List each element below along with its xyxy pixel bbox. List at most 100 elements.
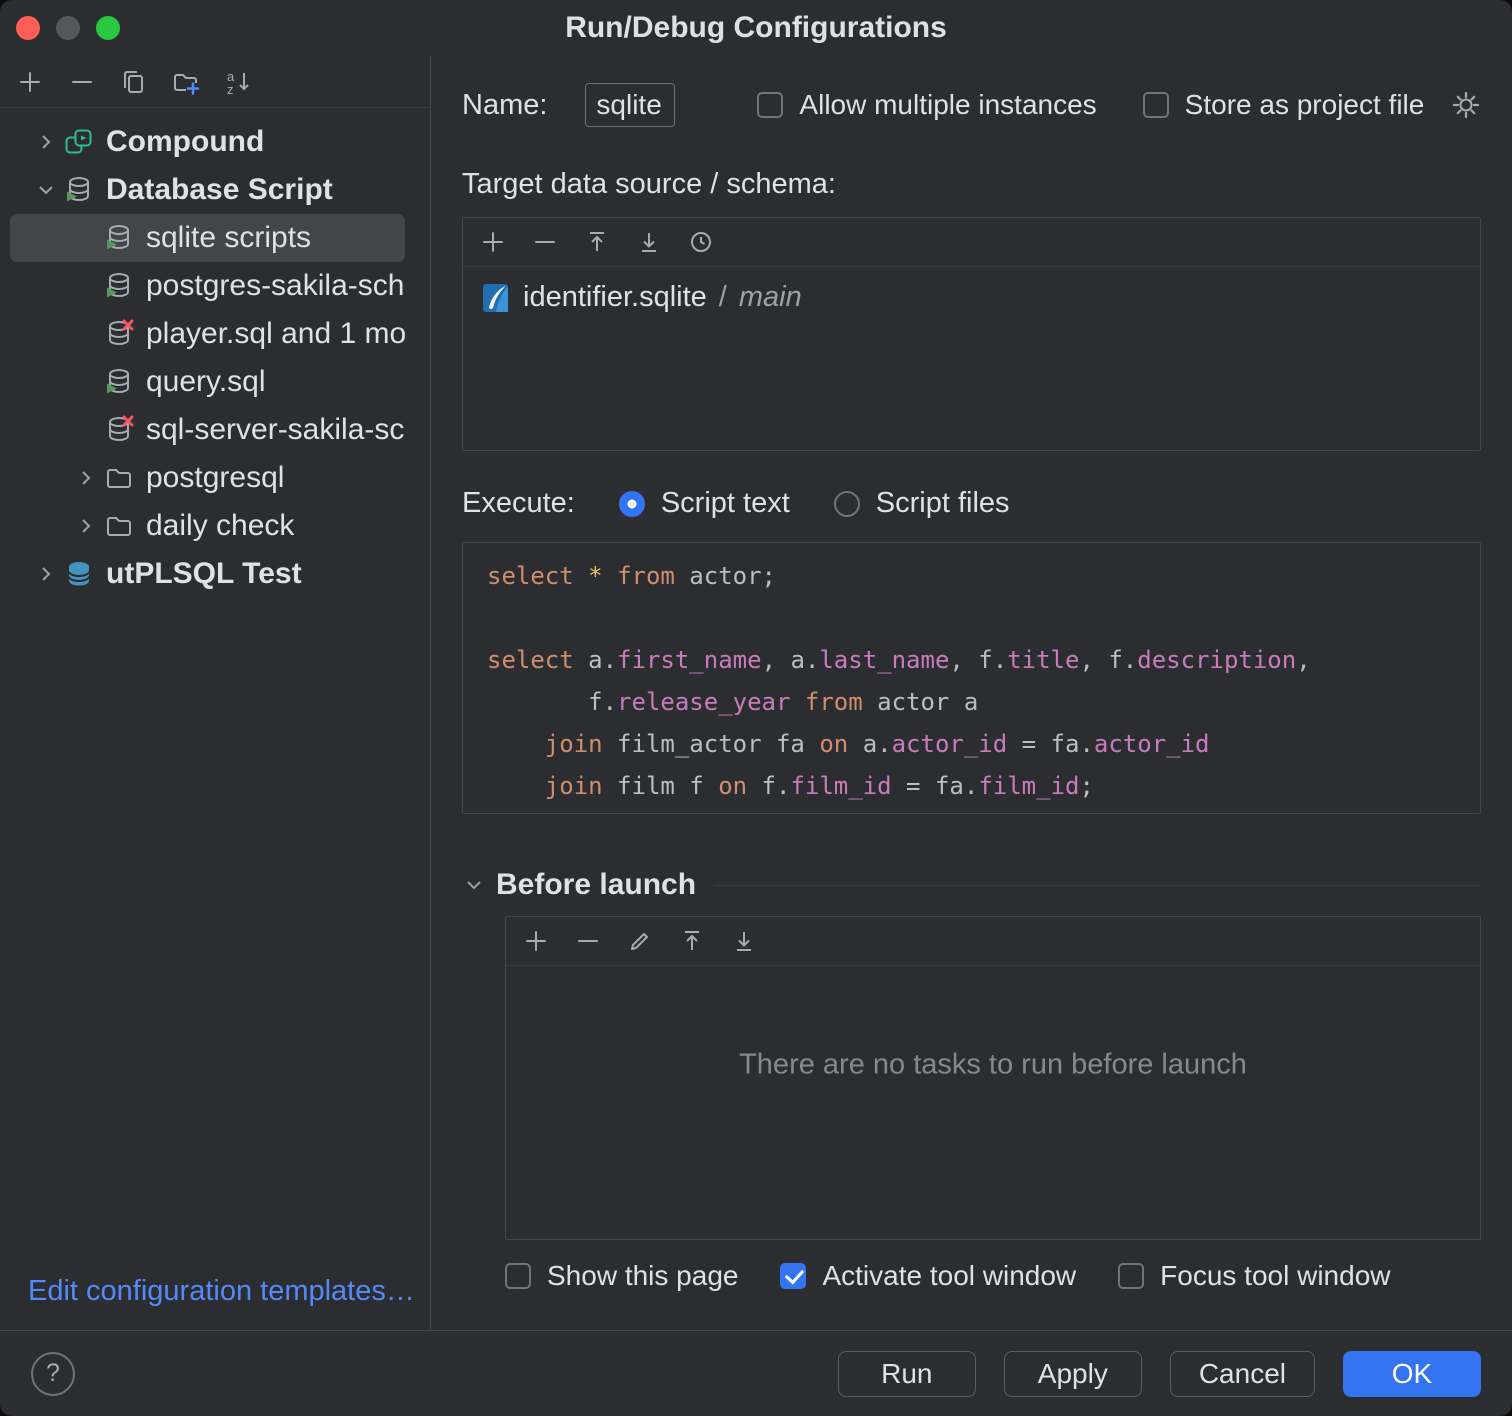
db-run-icon [104,271,134,301]
code-line: select * from actor; [487,555,1480,597]
chevron-spacer [68,322,104,346]
history-clock-icon[interactable] [687,228,715,256]
move-down-icon[interactable] [635,228,663,256]
edit-task-icon[interactable] [626,927,654,955]
remove-task-icon[interactable] [574,927,602,955]
allow-multiple-instances-checkbox[interactable]: Allow multiple instances [757,89,1096,121]
radio-circle [619,491,645,517]
sql-script-editor[interactable]: select * from actor; select a.first_name… [462,542,1481,814]
data-source-schema: main [739,281,802,314]
move-task-down-icon[interactable] [730,927,758,955]
execute-row: Execute: Script text Script files [462,487,1481,520]
data-source-name: identifier.sqlite [523,281,707,314]
new-folder-icon[interactable] [172,68,200,96]
tree-item-sql-server-sakila-sche[interactable]: sql-server-sakila-sche [10,406,405,454]
before-launch-box: There are no tasks to run before launch [505,916,1481,1240]
tree-item-label: utPLSQL Test [106,557,302,591]
chevron-spacer [68,226,104,250]
chevron-spacer [68,418,104,442]
tree-item-label: Database Script [106,173,333,207]
tree-item-label: player.sql and 1 more ( [146,317,405,351]
tree-item-utplsql-test[interactable]: utPLSQL Test [10,550,405,598]
add-data-source-icon[interactable] [479,228,507,256]
chevron-spacer [68,370,104,394]
script-files-radio[interactable]: Script files [834,487,1010,520]
tree-item-query-sql[interactable]: query.sql [10,358,405,406]
tree-item-sqlite-scripts[interactable]: sqlite scripts [10,214,405,262]
remove-data-source-icon[interactable] [531,228,559,256]
activate-tool-window-checkbox[interactable]: Activate tool window [780,1260,1076,1292]
svg-text:z: z [227,82,234,96]
run-button[interactable]: Run [838,1351,976,1397]
focus-tool-window-checkbox[interactable]: Focus tool window [1118,1260,1390,1292]
move-task-up-icon[interactable] [678,927,706,955]
configuration-panel: Name: Allow multiple instances Store as … [431,56,1512,1330]
options-row: Show this page Activate tool window Focu… [505,1260,1481,1292]
name-input[interactable] [585,83,675,127]
collapse-chevron-icon[interactable] [462,873,490,897]
execute-label: Execute: [462,487,575,520]
script-text-radio[interactable]: Script text [619,487,790,520]
radio-label: Script files [876,487,1010,520]
tree-item-compound[interactable]: Compound [10,118,405,166]
sort-alphabetically-icon[interactable]: az [224,68,252,96]
db-run-icon [104,223,134,253]
help-label: ? [46,1359,60,1388]
before-launch-header: Before launch [462,868,1481,902]
ok-button[interactable]: OK [1343,1351,1481,1397]
sidebar: az Compound Database Script sqlite scripts… [0,56,431,1330]
config-tree: Compound Database Script sqlite scripts pos… [0,108,430,1330]
help-button[interactable]: ? [31,1352,75,1396]
action-buttons: Run Apply Cancel OK [838,1351,1481,1397]
db-test-icon [64,559,94,589]
tree-item-label: query.sql [146,365,266,399]
code-line: join film_actor fa on a.actor_id = fa.ac… [487,723,1480,765]
tree-item-label: postgres-sakila-schem [146,269,405,303]
sidebar-toolbar: az [0,56,430,108]
chevron-right-icon[interactable] [28,562,64,586]
window-controls [16,16,120,40]
chevron-right-icon[interactable] [68,514,104,538]
chevron-right-icon[interactable] [68,466,104,490]
sqlite-file-icon [479,282,511,314]
zoom-window-button[interactable] [96,16,120,40]
chevron-right-icon[interactable] [28,130,64,154]
move-up-icon[interactable] [583,228,611,256]
remove-configuration-icon[interactable] [68,68,96,96]
checkbox-box [1118,1263,1144,1289]
checkbox-box [780,1263,806,1289]
checkbox-label: Show this page [547,1260,738,1292]
db-error-icon [104,415,134,445]
copy-configuration-icon[interactable] [120,68,148,96]
checkbox-label: Allow multiple instances [799,89,1096,121]
code-line [487,597,1480,639]
add-configuration-icon[interactable] [16,68,44,96]
checkbox-box [1143,92,1169,118]
cancel-button[interactable]: Cancel [1170,1351,1315,1397]
add-task-icon[interactable] [522,927,550,955]
tree-item-player-sql-and-1-more[interactable]: player.sql and 1 more ( [10,310,405,358]
before-launch-label: Before launch [496,868,696,902]
dialog-footer: ? Run Apply Cancel OK [0,1330,1512,1416]
apply-button[interactable]: Apply [1004,1351,1142,1397]
db-run-icon [104,367,134,397]
chevron-down-icon[interactable] [28,178,64,202]
settings-gear-icon[interactable] [1451,90,1481,120]
checkbox-box [757,92,783,118]
data-source-item[interactable]: identifier.sqlite / main [463,267,1480,314]
tree-item-label: sql-server-sakila-sche [146,413,405,447]
radio-label: Script text [661,487,790,520]
before-launch-toolbar [506,917,1480,966]
checkbox-label: Focus tool window [1160,1260,1390,1292]
close-window-button[interactable] [16,16,40,40]
store-as-project-file-checkbox[interactable]: Store as project file [1143,89,1425,121]
tree-item-daily-check[interactable]: daily check [10,502,405,550]
target-data-source-box: identifier.sqlite / main [462,217,1481,451]
tree-item-database-script[interactable]: Database Script [10,166,405,214]
edit-templates-link[interactable]: Edit configuration templates… [28,1275,415,1308]
show-this-page-checkbox[interactable]: Show this page [505,1260,738,1292]
minimize-window-button[interactable] [56,16,80,40]
tree-item-postgres-sakila-schem[interactable]: postgres-sakila-schem [10,262,405,310]
db-run-icon [64,175,94,205]
tree-item-postgresql[interactable]: postgresql [10,454,405,502]
